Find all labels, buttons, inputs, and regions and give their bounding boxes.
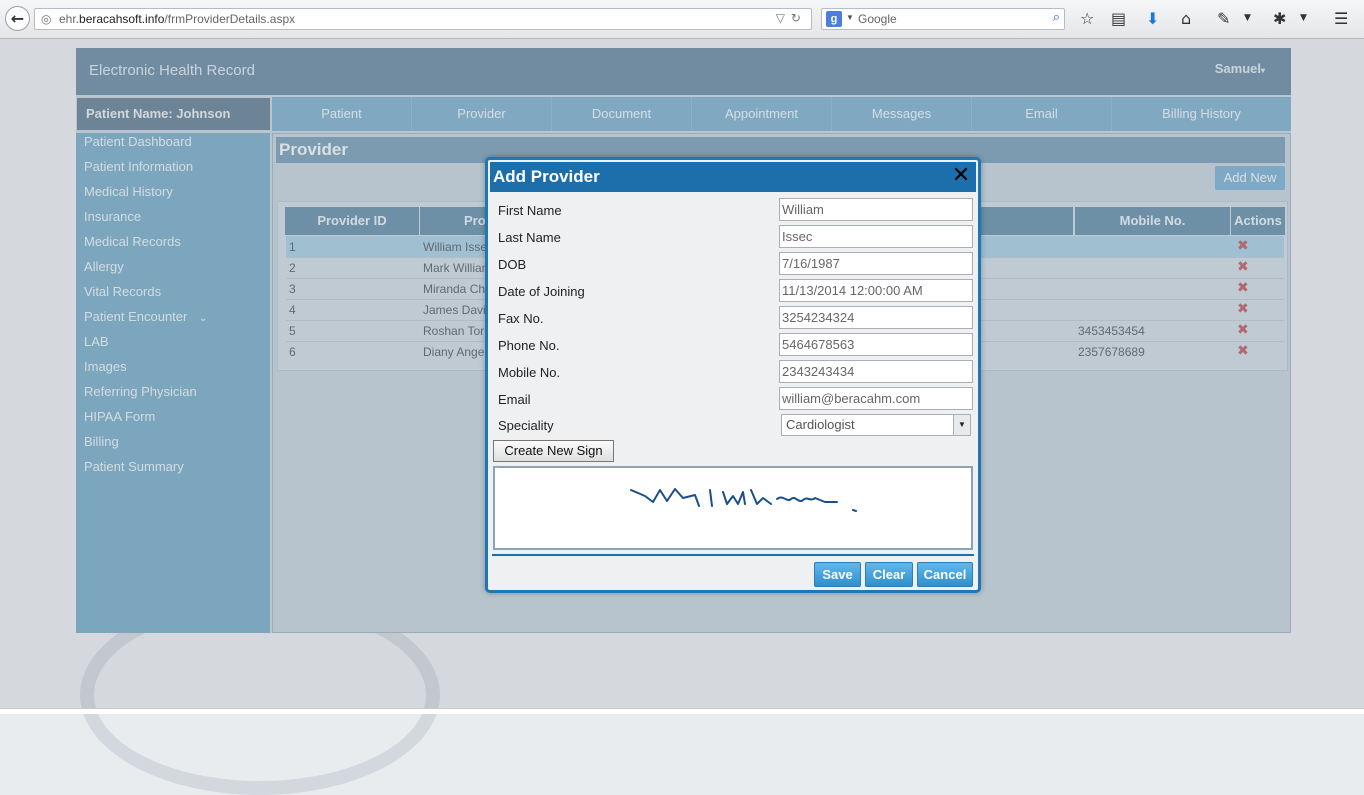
speciality-label: Speciality — [498, 418, 554, 433]
email-label: Email — [498, 392, 531, 407]
page-bottom-edge — [0, 708, 1364, 714]
modal-divider — [492, 554, 974, 556]
signature-pad[interactable]: William — [493, 466, 973, 550]
search-icon[interactable]: ⌕ — [1053, 10, 1060, 25]
chevron-down-icon[interactable]: ▼ — [1244, 13, 1251, 23]
search-input[interactable]: g ▼ Google ⌕ — [821, 8, 1065, 30]
speciality-value: Cardiologist — [786, 417, 855, 432]
phone-label: Phone No. — [498, 338, 560, 353]
first-name-field[interactable] — [779, 198, 973, 221]
speciality-select[interactable]: Cardiologist ▼ — [781, 414, 971, 436]
save-button[interactable]: Save — [814, 562, 861, 587]
bookmark-star-icon[interactable]: ☆ — [1080, 9, 1094, 28]
add-provider-modal: Add Provider ✕ First Name Last Name DOB … — [485, 157, 981, 593]
fax-label: Fax No. — [498, 311, 544, 326]
mobile-field[interactable] — [779, 360, 973, 383]
search-engine-icon[interactable]: g — [826, 11, 842, 27]
first-name-label: First Name — [498, 203, 562, 218]
email-field[interactable] — [779, 387, 973, 410]
fax-field[interactable] — [779, 306, 973, 329]
addon-icon[interactable]: ✱ — [1273, 9, 1286, 28]
dob-field[interactable] — [779, 252, 973, 275]
menu-icon[interactable]: ☰ — [1334, 9, 1348, 28]
clear-button[interactable]: Clear — [865, 562, 913, 587]
address-bar[interactable]: ◎ ehr.beracahsoft.info/frmProviderDetail… — [34, 8, 812, 30]
date-of-joining-field[interactable] — [779, 279, 973, 302]
tools-icon[interactable]: ✎ — [1217, 9, 1230, 28]
phone-field[interactable] — [779, 333, 973, 356]
url-text: ehr.beracahsoft.info/frmProviderDetails.… — [59, 12, 296, 26]
dob-label: DOB — [498, 257, 527, 272]
signature-drawing — [630, 488, 857, 512]
date-of-joining-label: Date of Joining — [498, 284, 585, 299]
last-name-label: Last Name — [498, 230, 561, 245]
signature-text: William — [495, 468, 499, 469]
back-icon[interactable]: ← — [5, 6, 30, 31]
search-placeholder: Google — [858, 12, 897, 26]
download-icon[interactable]: ⬇ — [1146, 9, 1159, 28]
chevron-down-icon[interactable]: ▼ — [846, 13, 854, 22]
close-icon[interactable]: ✕ — [949, 163, 973, 189]
globe-icon: ◎ — [41, 12, 52, 26]
chevron-down-icon[interactable]: ▼ — [1300, 13, 1307, 23]
reload-icon[interactable]: ▽↻ — [776, 11, 807, 25]
reader-icon[interactable]: ▤ — [1111, 9, 1126, 28]
home-icon[interactable]: ⌂ — [1181, 9, 1191, 28]
browser-toolbar: ← ◎ ehr.beracahsoft.info/frmProviderDeta… — [0, 0, 1364, 39]
mobile-label: Mobile No. — [498, 365, 561, 380]
modal-title: Add Provider — [493, 167, 600, 186]
cancel-button[interactable]: Cancel — [917, 562, 973, 587]
modal-header: Add Provider ✕ — [490, 162, 976, 192]
chevron-down-icon[interactable]: ▼ — [953, 415, 970, 435]
create-new-sign-button[interactable]: Create New Sign — [493, 440, 614, 462]
last-name-field[interactable] — [779, 225, 973, 248]
